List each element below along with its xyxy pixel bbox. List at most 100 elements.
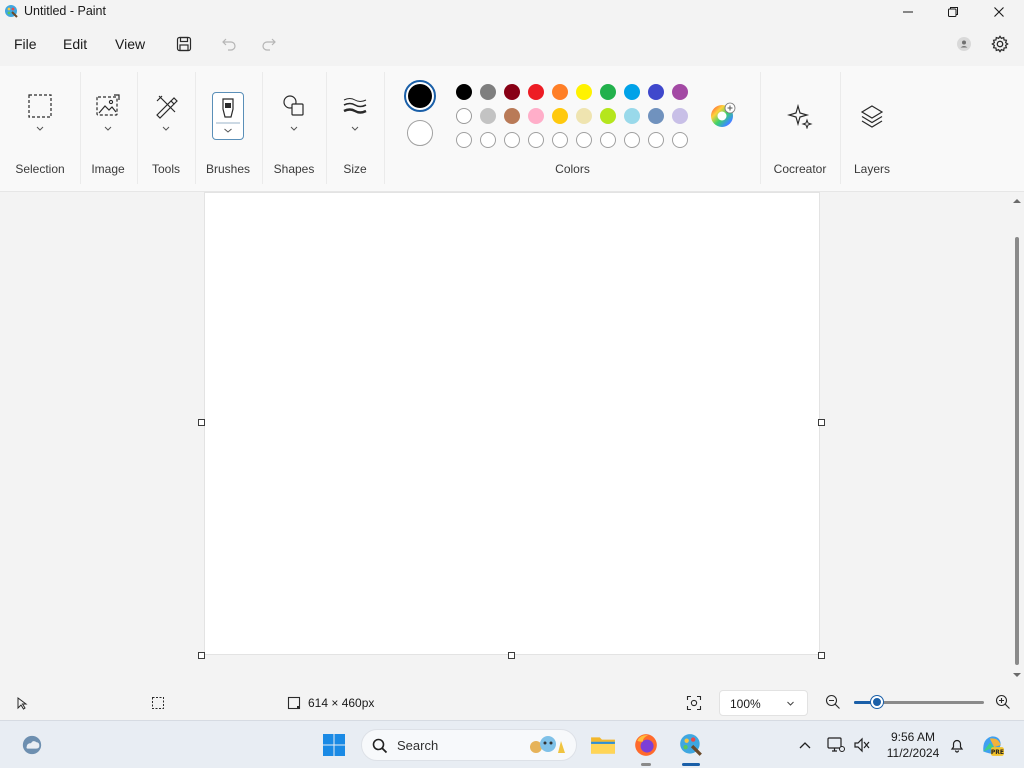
color-swatch[interactable] xyxy=(552,108,568,124)
cocreator-group[interactable]: Cocreator xyxy=(761,66,839,192)
notifications-button[interactable] xyxy=(943,731,971,759)
zoom-out-button[interactable] xyxy=(825,694,843,712)
brushes-button[interactable] xyxy=(212,92,244,140)
color-swatch[interactable] xyxy=(480,84,496,100)
color-swatch[interactable] xyxy=(504,108,520,124)
color-swatch[interactable] xyxy=(576,108,592,124)
color-swatch[interactable] xyxy=(528,108,544,124)
start-button[interactable] xyxy=(320,731,348,759)
color-swatch[interactable] xyxy=(456,108,472,124)
vertical-scrollbar[interactable] xyxy=(1012,193,1022,683)
brushes-group[interactable]: Brushes xyxy=(196,66,260,192)
restore-button[interactable] xyxy=(930,0,976,24)
search-icon xyxy=(372,738,388,754)
copilot-button[interactable]: PRE xyxy=(978,731,1006,759)
volume-status-button[interactable] xyxy=(848,731,876,759)
zoom-in-button[interactable] xyxy=(995,694,1013,712)
chevron-down-icon xyxy=(36,126,44,131)
scroll-down-arrow-icon[interactable] xyxy=(1012,671,1022,679)
resize-handle-right[interactable] xyxy=(818,419,825,426)
selection-label: Selection xyxy=(15,162,65,176)
save-button[interactable] xyxy=(173,34,195,54)
selection-group[interactable]: Selection xyxy=(0,66,80,192)
custom-color-slot[interactable] xyxy=(576,132,592,148)
image-group[interactable]: Image xyxy=(81,66,135,192)
widgets-button[interactable] xyxy=(18,731,46,759)
taskbar-clock[interactable]: 9:56 AM 11/2/2024 xyxy=(884,729,942,761)
custom-color-slot[interactable] xyxy=(504,132,520,148)
size-label: Size xyxy=(343,162,367,176)
cocreator-sparkle-icon xyxy=(786,102,814,130)
close-button[interactable] xyxy=(976,0,1022,24)
windows-taskbar: Search 9:56 AM 11/2/2024 PRE xyxy=(0,720,1024,768)
menu-file[interactable]: File xyxy=(10,35,41,53)
paint-taskbar-button[interactable] xyxy=(677,731,705,759)
zoom-out-icon xyxy=(825,694,840,709)
color-swatch[interactable] xyxy=(504,84,520,100)
undo-button[interactable] xyxy=(218,34,240,54)
custom-color-slot[interactable] xyxy=(672,132,688,148)
color-swatch[interactable] xyxy=(600,108,616,124)
zoom-slider-thumb[interactable] xyxy=(871,696,884,708)
tools-group[interactable]: Tools xyxy=(138,66,194,192)
taskbar-search-box[interactable]: Search xyxy=(361,729,577,761)
menu-edit[interactable]: Edit xyxy=(59,35,91,53)
color-swatch[interactable] xyxy=(456,84,472,100)
menu-view[interactable]: View xyxy=(111,35,149,53)
paint-app-icon xyxy=(680,734,702,756)
account-button[interactable] xyxy=(953,34,975,54)
resize-handle-bottom-right[interactable] xyxy=(818,652,825,659)
zoom-level-dropdown[interactable]: 100% xyxy=(719,690,808,716)
weather-widget-icon xyxy=(22,735,42,755)
color-swatch[interactable] xyxy=(672,108,688,124)
shapes-group[interactable]: Shapes xyxy=(263,66,325,192)
custom-color-slot[interactable] xyxy=(456,132,472,148)
fit-to-window-button[interactable] xyxy=(684,694,704,712)
custom-color-slot[interactable] xyxy=(648,132,664,148)
custom-color-slot[interactable] xyxy=(528,132,544,148)
zoom-slider[interactable] xyxy=(854,696,984,708)
layers-icon xyxy=(858,102,886,130)
color-swatch[interactable] xyxy=(528,84,544,100)
color-swatch[interactable] xyxy=(600,84,616,100)
tools-label: Tools xyxy=(151,162,180,176)
color-swatch[interactable] xyxy=(576,84,592,100)
show-hidden-icons-button[interactable] xyxy=(791,731,819,759)
redo-button[interactable] xyxy=(258,34,280,54)
paint-active-indicator xyxy=(682,763,700,766)
color-swatch[interactable] xyxy=(624,84,640,100)
edit-colors-button[interactable] xyxy=(710,102,736,128)
color-swatch[interactable] xyxy=(672,84,688,100)
firefox-taskbar-button[interactable] xyxy=(632,731,660,759)
custom-color-slot[interactable] xyxy=(600,132,616,148)
brush-icon xyxy=(216,98,240,133)
selection-size-icon xyxy=(152,697,164,709)
secondary-color-button[interactable] xyxy=(407,120,433,146)
settings-button[interactable] xyxy=(989,34,1011,54)
chevron-up-icon xyxy=(799,742,811,749)
layers-group[interactable]: Layers xyxy=(841,66,903,192)
color-swatch[interactable] xyxy=(480,108,496,124)
undo-icon xyxy=(222,38,236,51)
size-group[interactable]: Size xyxy=(327,66,383,192)
resize-handle-bottom[interactable] xyxy=(508,652,515,659)
file-explorer-taskbar-button[interactable] xyxy=(589,731,617,759)
color-swatch[interactable] xyxy=(648,108,664,124)
menu-bar: File Edit View xyxy=(0,28,1024,60)
custom-color-slot[interactable] xyxy=(624,132,640,148)
monitor-network-icon xyxy=(827,737,845,752)
primary-color-button[interactable] xyxy=(404,80,436,112)
network-status-button[interactable] xyxy=(822,731,850,759)
resize-handle-bottom-left[interactable] xyxy=(198,652,205,659)
scroll-up-arrow-icon[interactable] xyxy=(1012,197,1022,205)
color-swatch[interactable] xyxy=(552,84,568,100)
custom-color-slot[interactable] xyxy=(480,132,496,148)
minimize-button[interactable] xyxy=(885,0,931,24)
copilot-pre-icon: PRE xyxy=(983,736,1004,756)
custom-color-slot[interactable] xyxy=(552,132,568,148)
scrollbar-thumb[interactable] xyxy=(1015,237,1019,665)
drawing-canvas[interactable] xyxy=(205,193,819,654)
color-swatch[interactable] xyxy=(624,108,640,124)
color-swatch[interactable] xyxy=(648,84,664,100)
resize-handle-left[interactable] xyxy=(198,419,205,426)
